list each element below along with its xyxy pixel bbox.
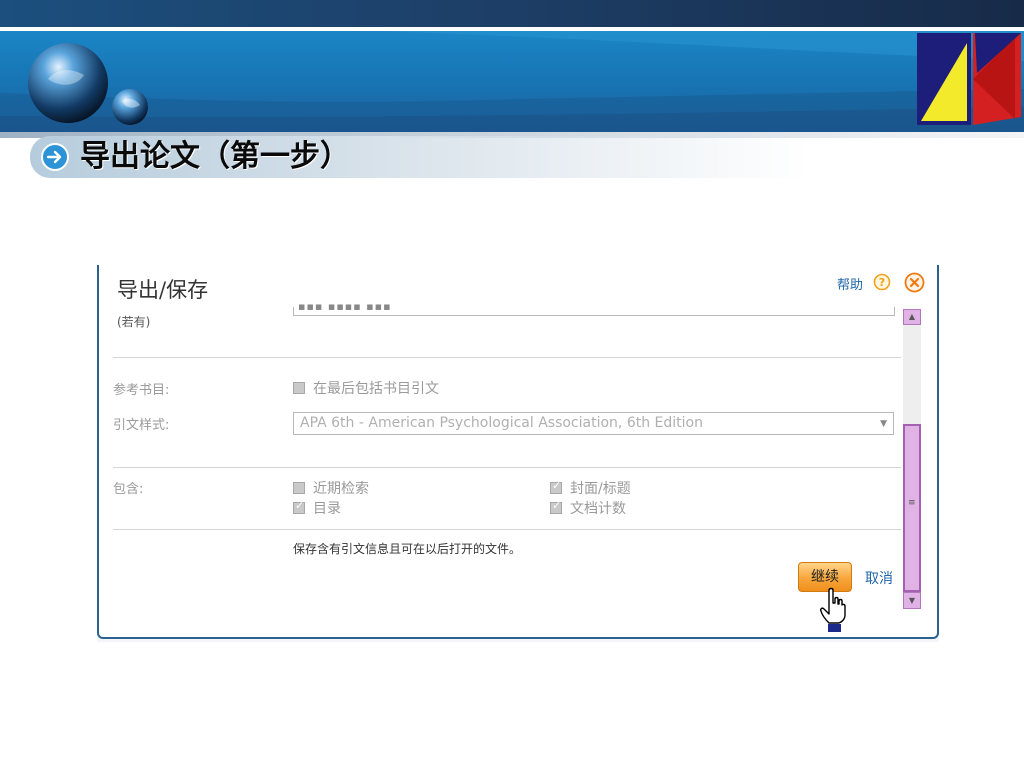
cover-checkbox[interactable]	[550, 479, 562, 494]
hand-cursor-icon	[820, 587, 846, 632]
header-banner	[0, 31, 1024, 132]
divider	[113, 357, 901, 358]
include-option-cover[interactable]: 封面/标题	[550, 478, 631, 498]
title-field[interactable]: ▪▪▪ ▪▪▪▪ ▪▪▪	[293, 300, 895, 316]
doc-count-checkbox[interactable]	[550, 499, 562, 514]
citation-style-value: APA 6th - American Psychological Associa…	[300, 415, 703, 431]
include-option-doc-count[interactable]: 文档计数	[550, 498, 626, 518]
close-icon[interactable]	[904, 272, 925, 293]
scrollbar-thumb[interactable]: ≡	[903, 424, 921, 592]
save-note: 保存含有引文信息且可在以后打开的文件。	[293, 542, 522, 556]
help-link[interactable]: 帮助	[837, 274, 863, 293]
bibliography-checkbox[interactable]	[293, 382, 305, 394]
globe-decoration-icon	[28, 43, 148, 125]
include-option-recent-searches[interactable]: 近期检索	[293, 478, 369, 498]
doc-count-label: 文档计数	[570, 501, 626, 517]
dialog-screenshot: 导出/保存 帮助 ? ▪▪▪ ▪▪▪▪ ▪▪▪ (若有) 参考书目: 在最后包括…	[97, 265, 939, 642]
cancel-link[interactable]: 取消	[865, 568, 893, 588]
citation-style-select[interactable]: APA 6th - American Psychological Associa…	[293, 412, 894, 435]
grip-icon: ≡	[908, 498, 916, 508]
citation-style-label: 引文样式:	[113, 418, 170, 433]
svg-text:?: ?	[879, 276, 885, 289]
logo-icon	[917, 33, 1021, 125]
chevron-down-icon: ▼	[880, 419, 887, 429]
bibliography-checkbox-label: 在最后包括书目引文	[313, 381, 439, 397]
cover-label: 封面/标题	[570, 481, 631, 497]
optional-label: (若有)	[117, 315, 151, 329]
recent-searches-label: 近期检索	[313, 481, 369, 497]
help-icon[interactable]: ?	[873, 273, 891, 291]
scrollbar[interactable]: ▲ ≡ ▼	[903, 309, 921, 609]
dialog-title: 导出/保存	[117, 278, 209, 302]
top-bar	[0, 0, 1024, 27]
scroll-down-icon[interactable]: ▼	[903, 592, 921, 609]
include-label: 包含:	[113, 482, 144, 497]
divider	[113, 529, 901, 530]
bibliography-option[interactable]: 在最后包括书目引文	[293, 378, 439, 398]
export-save-dialog: 导出/保存 帮助 ? ▪▪▪ ▪▪▪▪ ▪▪▪ (若有) 参考书目: 在最后包括…	[97, 265, 939, 639]
bibliography-label: 参考书目:	[113, 383, 170, 398]
scroll-up-icon[interactable]: ▲	[903, 309, 921, 325]
arrow-right-icon	[41, 143, 69, 171]
divider	[113, 467, 901, 468]
recent-searches-checkbox[interactable]	[293, 482, 305, 494]
toc-checkbox[interactable]	[293, 499, 305, 514]
toc-label: 目录	[313, 501, 341, 517]
dialog-header: 导出/保存 帮助 ?	[99, 265, 937, 309]
include-option-toc[interactable]: 目录	[293, 498, 341, 518]
slide-title: 导出论文（第一步）	[80, 139, 350, 174]
title-field-text: ▪▪▪ ▪▪▪▪ ▪▪▪	[298, 300, 392, 313]
